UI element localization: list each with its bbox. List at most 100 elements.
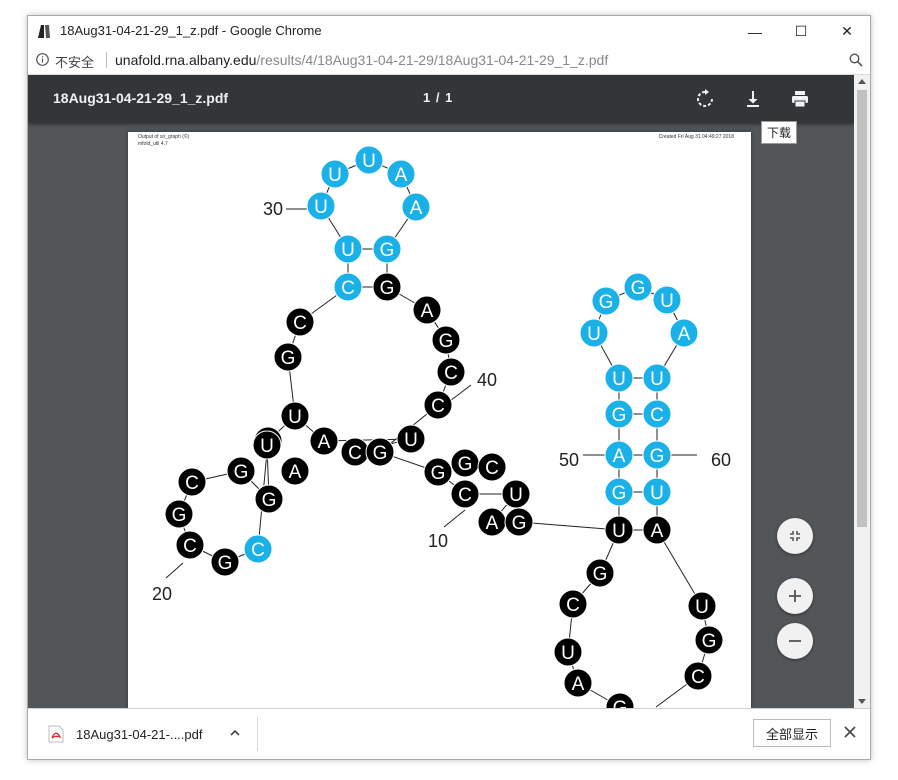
nucleotide-node: C — [450, 479, 480, 509]
nucleotide-letter: G — [612, 483, 627, 504]
nucleotide-letter: C — [251, 540, 265, 561]
position-label: 20 — [152, 584, 172, 604]
nucleotide-letter: G — [599, 292, 614, 313]
minimize-button[interactable]: — — [732, 16, 778, 47]
nucleotide-node: A — [642, 515, 672, 545]
nucleotide-letter: C — [485, 458, 499, 479]
close-icon[interactable] — [843, 725, 857, 739]
nucleotide-letter: C — [566, 595, 580, 616]
nucleotide-node: A — [280, 456, 310, 486]
close-window-button[interactable]: ✕ — [824, 16, 870, 47]
nucleotide-node: C — [642, 399, 672, 429]
rotate-icon[interactable] — [693, 87, 717, 111]
nucleotide-letter: C — [348, 443, 362, 464]
nucleotide-node: G — [604, 477, 634, 507]
nucleotide-node: U — [642, 477, 672, 507]
nucleotide-node: G — [365, 437, 395, 467]
page-indicator[interactable]: 1 / 1 — [423, 90, 453, 105]
scroll-down-arrow-icon[interactable] — [858, 699, 866, 704]
scrollbar-thumb[interactable] — [857, 90, 867, 527]
nucleotide-letter: C — [341, 278, 355, 299]
nucleotide-node: C — [340, 437, 370, 467]
address-separator — [106, 52, 107, 68]
nucleotide-node: U — [604, 515, 634, 545]
nucleotide-letter: G — [650, 446, 665, 467]
nucleotide-node: U — [320, 159, 350, 189]
nucleotide-letter: U — [695, 597, 709, 618]
nucleotide-node: A — [386, 159, 416, 189]
nucleotide-letter: C — [185, 473, 199, 494]
nucleotide-letter: A — [678, 324, 691, 345]
nucleotide-node: C — [436, 357, 466, 387]
security-label[interactable]: 不安全 — [55, 52, 94, 71]
nucleotide-node: U — [354, 145, 384, 175]
nucleotide-letter: G — [593, 564, 608, 585]
download-divider — [257, 717, 258, 751]
nucleotide-letter: U — [561, 643, 575, 664]
scroll-up-arrow-icon[interactable] — [858, 79, 866, 84]
nucleotide-node: U — [652, 285, 682, 315]
position-label: 40 — [477, 370, 497, 390]
pdf-viewer: 18Aug31-04-21-29_1_z.pdf 1 / 1 下载 Output… — [28, 75, 870, 708]
chevron-up-icon[interactable] — [229, 727, 241, 739]
vertical-scrollbar[interactable] — [854, 75, 870, 708]
zoom-in-button[interactable] — [777, 578, 813, 614]
nucleotide-letter: C — [650, 405, 664, 426]
nucleotide-letter: C — [458, 485, 472, 506]
nucleotide-node: G — [372, 234, 402, 264]
nucleotide-node: G — [694, 625, 724, 655]
nucleotide-letter: A — [421, 301, 434, 322]
nucleotide-letter: U — [612, 521, 626, 542]
pdf-file-icon — [48, 725, 64, 743]
url-text[interactable]: unafold.rna.albany.edu/results/4/18Aug31… — [115, 52, 608, 68]
nucleotide-letter: A — [395, 165, 408, 186]
nucleotide-letter: G — [262, 490, 277, 511]
nucleotide-node: C — [243, 534, 273, 564]
nucleotide-node: U — [579, 318, 609, 348]
nucleotide-letter: G — [631, 278, 646, 299]
nucleotide-node: U — [306, 191, 336, 221]
download-icon[interactable] — [741, 87, 765, 111]
nucleotide-node: U — [553, 637, 583, 667]
download-shelf: 18Aug31-04-21-....pdf 全部显示 — [28, 708, 870, 759]
nucleotide-node: C — [423, 390, 453, 420]
address-bar[interactable]: 不安全 unafold.rna.albany.edu/results/4/18A… — [28, 47, 870, 75]
maximize-button[interactable]: ☐ — [778, 16, 824, 47]
info-icon[interactable] — [36, 53, 49, 66]
zoom-out-button[interactable] — [777, 623, 813, 659]
nucleotide-letter: G — [373, 443, 388, 464]
download-file-name[interactable]: 18Aug31-04-21-....pdf — [76, 727, 202, 742]
print-icon[interactable] — [788, 87, 812, 111]
nucleotide-letter: G — [172, 505, 187, 526]
nucleotide-letter: C — [444, 363, 458, 384]
title-bar: 18Aug31-04-21-29_1_z.pdf - Google Chrome… — [28, 16, 870, 47]
pdf-page: Output of sir_graph (©) mfold_util 4.7 C… — [128, 132, 751, 708]
nucleotide-node: C — [477, 452, 507, 482]
nucleotide-letter: A — [651, 521, 664, 542]
nucleotide-node: G — [431, 325, 461, 355]
chrome-window: 18Aug31-04-21-29_1_z.pdf - Google Chrome… — [27, 15, 871, 760]
nucleotide-node: G — [604, 399, 634, 429]
nucleotide-letter: U — [341, 240, 355, 261]
nucleotide-node: U — [396, 424, 426, 454]
nucleotide-node: C — [175, 530, 205, 560]
url-host: unafold.rna.albany.edu — [115, 52, 257, 68]
fit-to-page-button[interactable] — [777, 518, 813, 554]
nucleotide-node: A — [401, 192, 431, 222]
page-zoom-icon[interactable] — [849, 53, 863, 67]
nucleotide-node: C — [333, 272, 363, 302]
nucleotide-letter: U — [260, 436, 274, 457]
url-path: /results/4/18Aug31-04-21-29/18Aug31-04-2… — [256, 52, 609, 68]
nucleotide-node: G — [450, 448, 480, 478]
nucleotide-letter: U — [612, 369, 626, 390]
nucleotide-letter: A — [486, 513, 499, 534]
nucleotide-letter: G — [281, 348, 296, 369]
nucleotide-letter: G — [234, 462, 249, 483]
show-all-downloads-button[interactable]: 全部显示 — [753, 719, 831, 747]
nucleotide-letter: U — [660, 291, 674, 312]
nucleotide-letter: G — [612, 405, 627, 426]
position-label: 30 — [263, 199, 283, 219]
zoom-out-icon — [789, 640, 801, 642]
nucleotide-letter: C — [293, 313, 307, 334]
nucleotide-node: G — [273, 342, 303, 372]
